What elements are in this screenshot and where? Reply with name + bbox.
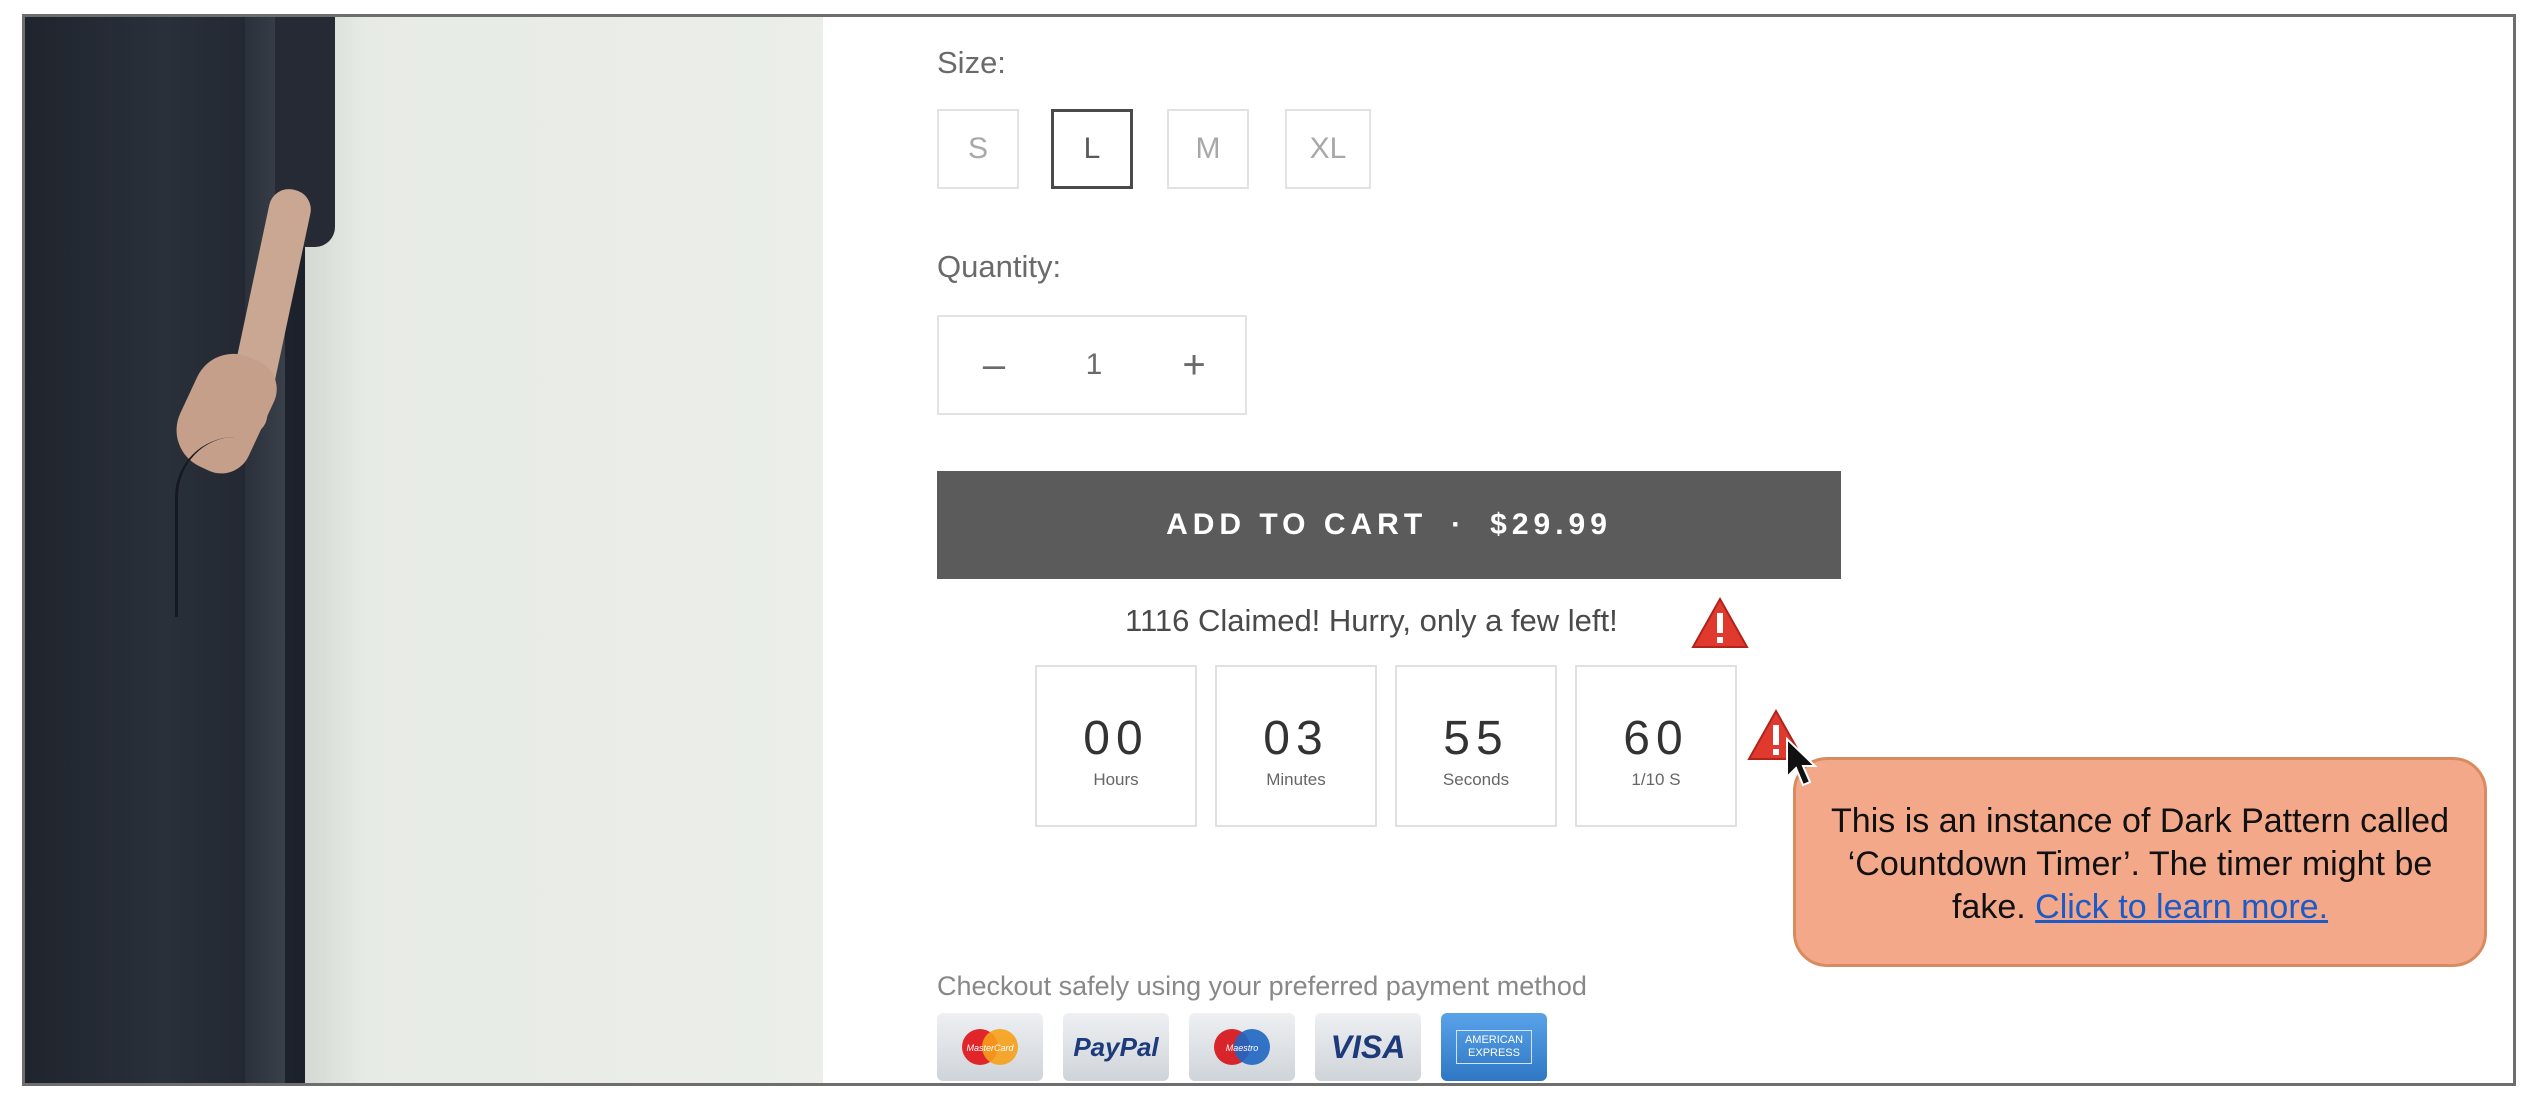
mouse-cursor-icon [1786, 737, 1818, 787]
size-option-l[interactable]: L [1051, 109, 1133, 189]
warning-icon[interactable] [1691, 597, 1749, 649]
timer-tenths-unit: 1/10 S [1631, 770, 1681, 789]
visa-icon: VISA [1315, 1013, 1421, 1081]
claimed-message: 1116 Claimed! Hurry, only a few left! [1125, 603, 1618, 638]
maestro-label: Maestro [1226, 1043, 1259, 1053]
learn-more-link[interactable]: Click to learn more. [2035, 888, 2328, 926]
mastercard-label: MasterCard [966, 1043, 1014, 1053]
amex-icon: AMERICAN EXPRESS [1441, 1013, 1547, 1081]
timer-tenths-value: 60 [1623, 712, 1689, 765]
pocket [175, 437, 288, 617]
size-label: Size: [937, 45, 1006, 80]
timer-seconds-unit: Seconds [1442, 770, 1510, 789]
timer-minutes-value: 03 [1263, 712, 1329, 765]
size-option-xl[interactable]: XL [1285, 109, 1371, 189]
mastercard-icon: MasterCard [937, 1013, 1043, 1081]
timer-tenths: 60 1/10 S [1575, 665, 1737, 827]
size-option-m[interactable]: M [1167, 109, 1249, 189]
quantity-label: Quantity: [937, 249, 1062, 284]
quantity-stepper: – 1 + [937, 315, 1247, 415]
timer-hours-unit: Hours [1093, 770, 1139, 789]
dark-pattern-callout: This is an instance of Dark Pattern call… [1793, 757, 2487, 967]
timer-minutes-unit: Minutes [1266, 770, 1326, 789]
payment-note: Checkout safely using your preferred pay… [937, 971, 1587, 1001]
quantity-decrease-button[interactable]: – [939, 317, 1049, 413]
size-option-s[interactable]: S [937, 109, 1019, 189]
paypal-icon: PayPal [1063, 1013, 1169, 1081]
timer-seconds: 55 Seconds [1395, 665, 1557, 827]
timer-hours-value: 00 [1083, 712, 1149, 765]
page-frame: Size: S L M XL Quantity: – 1 + ADD TO CA… [22, 14, 2516, 1086]
timer-seconds-value: 55 [1443, 712, 1509, 765]
add-to-cart-price: $29.99 [1490, 508, 1612, 541]
add-to-cart-separator: · [1451, 508, 1467, 541]
quantity-value[interactable]: 1 [1049, 317, 1139, 413]
quantity-increase-button[interactable]: + [1139, 317, 1249, 413]
product-image [25, 17, 823, 1083]
visa-label: VISA [1330, 1028, 1406, 1065]
add-to-cart-label: ADD TO CART [1166, 508, 1428, 541]
timer-minutes: 03 Minutes [1215, 665, 1377, 827]
maestro-icon: Maestro [1189, 1013, 1295, 1081]
paypal-label: PayPal [1073, 1031, 1159, 1062]
amex-label: AMERICAN EXPRESS [1456, 1030, 1532, 1064]
add-to-cart-button[interactable]: ADD TO CART · $29.99 [937, 471, 1841, 579]
timer-hours: 00 Hours [1035, 665, 1197, 827]
